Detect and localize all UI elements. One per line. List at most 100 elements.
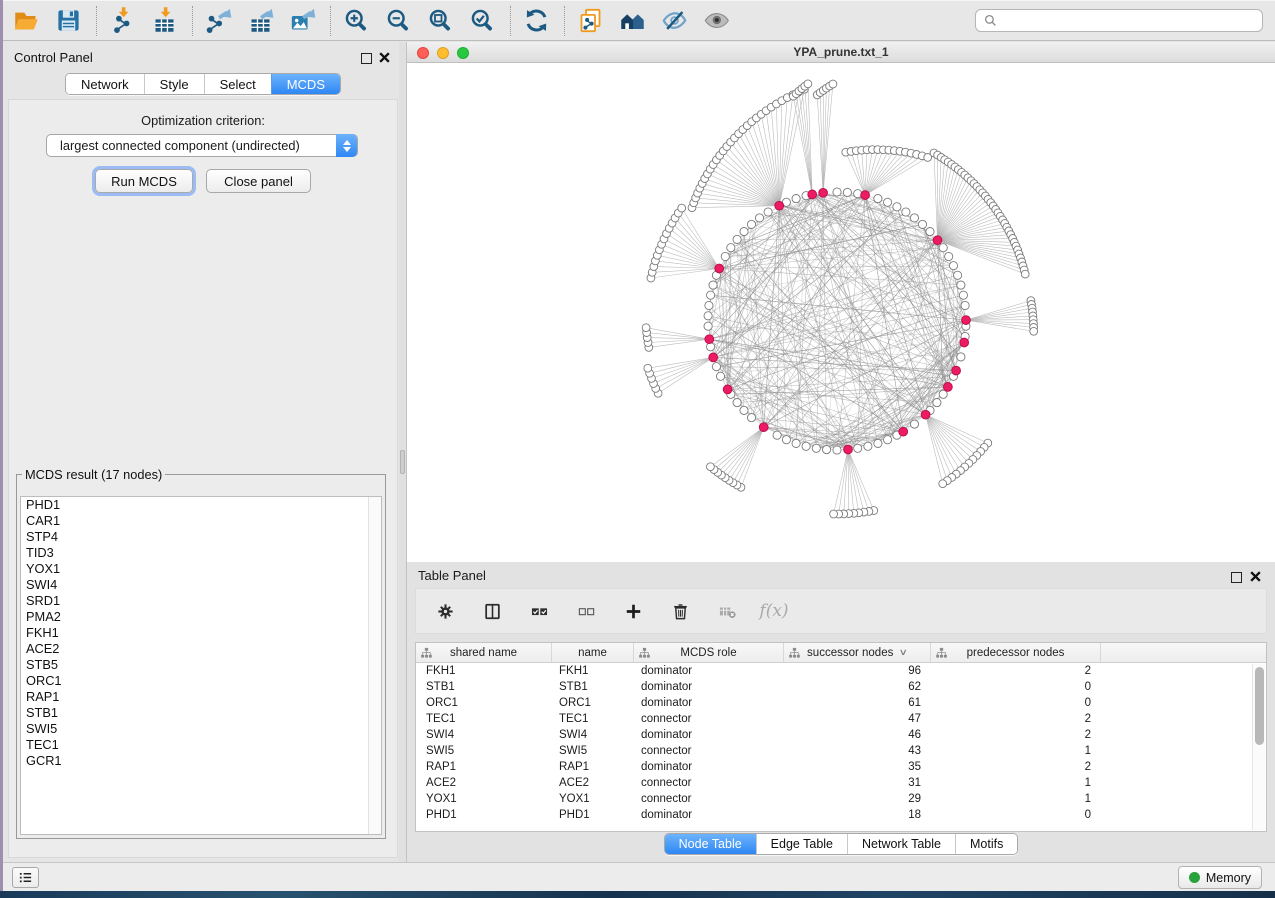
mcds-result-item[interactable]: YOX1	[21, 561, 381, 577]
column-header-MCDS-role[interactable]: MCDS role	[634, 643, 784, 662]
mcds-result-item[interactable]: ACE2	[21, 641, 381, 657]
criterion-dropdown[interactable]: largest connected component (undirected)	[46, 134, 358, 157]
export-image-button[interactable]	[286, 5, 318, 37]
search-input[interactable]	[1002, 14, 1254, 28]
mcds-result-item[interactable]: TEC1	[21, 737, 381, 753]
first-neighbors-button[interactable]	[616, 5, 648, 37]
column-header-name[interactable]: name	[552, 643, 634, 662]
graph-ring-nodes[interactable]	[642, 80, 1037, 518]
tab-motifs[interactable]: Motifs	[955, 834, 1017, 854]
tab-edge-table[interactable]: Edge Table	[756, 834, 847, 854]
run-mcds-button[interactable]: Run MCDS	[95, 169, 193, 193]
float-icon[interactable]	[361, 53, 372, 64]
tab-mcds[interactable]: MCDS	[271, 74, 340, 94]
memory-button[interactable]: Memory	[1178, 866, 1262, 889]
table-row-SWI5[interactable]: SWI5SWI5connector431	[416, 743, 1266, 759]
mcds-result-item[interactable]: PHD1	[21, 497, 381, 513]
refresh-layout-button[interactable]	[520, 5, 552, 37]
network-titlebar[interactable]: YPA_prune.txt_1	[407, 42, 1275, 63]
table-row-ACE2[interactable]: ACE2ACE2connector311	[416, 775, 1266, 791]
network-canvas[interactable]	[407, 63, 1275, 562]
mcds-result-item[interactable]: CAR1	[21, 513, 381, 529]
cell-predecessor-nodes: 0	[931, 807, 1101, 823]
network-graph[interactable]	[407, 63, 1274, 562]
table-scrollbar[interactable]	[1252, 664, 1265, 830]
table-row-RAP1[interactable]: RAP1RAP1dominator352	[416, 759, 1266, 775]
import-network-button[interactable]	[106, 5, 138, 37]
column-view-button[interactable]	[479, 598, 505, 624]
table-row-FKH1[interactable]: FKH1FKH1dominator962	[416, 663, 1266, 679]
dropdown-stepper-icon	[336, 134, 357, 157]
tab-style[interactable]: Style	[144, 74, 204, 94]
column-label: MCDS role	[680, 647, 736, 659]
column-header-predecessor-nodes[interactable]: predecessor nodes	[931, 643, 1101, 662]
mcds-result-item[interactable]: GCR1	[21, 753, 381, 769]
close-panel-button[interactable]: Close panel	[206, 169, 311, 193]
column-label: predecessor nodes	[967, 647, 1065, 659]
mcds-result-item[interactable]: SRD1	[21, 593, 381, 609]
table-row-ORC1[interactable]: ORC1ORC1dominator610	[416, 695, 1266, 711]
column-header-successor-nodes[interactable]: successor nodes∨	[784, 643, 931, 662]
duplicate-network-button[interactable]	[574, 5, 606, 37]
add-column-button[interactable]	[620, 598, 646, 624]
mcds-result-item[interactable]: STB5	[21, 657, 381, 673]
mcds-result-list[interactable]: PHD1CAR1STP4TID3YOX1SWI4SRD1PMA2FKH1ACE2…	[20, 496, 382, 835]
close-icon[interactable]	[378, 51, 391, 64]
cell-shared-name: STB1	[416, 679, 552, 695]
table-row-SWI4[interactable]: SWI4SWI4dominator462	[416, 727, 1266, 743]
vertical-splitter[interactable]	[399, 42, 406, 862]
close-icon[interactable]	[1249, 570, 1262, 583]
mcds-result-item[interactable]: RAP1	[21, 689, 381, 705]
tab-select[interactable]: Select	[204, 74, 271, 94]
cell-predecessor-nodes: 1	[931, 743, 1101, 759]
mcds-result-item[interactable]: STB1	[21, 705, 381, 721]
table-row-STB1[interactable]: STB1STB1dominator620	[416, 679, 1266, 695]
table-row-YOX1[interactable]: YOX1YOX1connector291	[416, 791, 1266, 807]
task-history-button[interactable]	[12, 867, 39, 888]
mcds-result-item[interactable]: STP4	[21, 529, 381, 545]
table-toolbar: f(x)	[415, 588, 1267, 634]
tab-network[interactable]: Network	[66, 74, 144, 94]
deselect-all-button[interactable]	[573, 598, 599, 624]
column-header-shared-name[interactable]: shared name	[416, 643, 552, 662]
cell-successor-nodes: 62	[784, 679, 931, 695]
cell-MCDS-role: connector	[634, 775, 784, 791]
table-row-TEC1[interactable]: TEC1TEC1connector472	[416, 711, 1266, 727]
mcds-result-item[interactable]: FKH1	[21, 625, 381, 641]
export-table-button[interactable]	[244, 5, 276, 37]
save-session-button[interactable]	[52, 5, 84, 37]
float-icon[interactable]	[1231, 572, 1242, 583]
show-all-button[interactable]	[700, 5, 732, 37]
cell-predecessor-nodes: 0	[931, 679, 1101, 695]
open-session-button[interactable]	[10, 5, 42, 37]
delete-column-button[interactable]	[667, 598, 693, 624]
table-row-PHD1[interactable]: PHD1PHD1dominator180	[416, 807, 1266, 823]
mcds-result-item[interactable]: SWI4	[21, 577, 381, 593]
export-network-button[interactable]	[202, 5, 234, 37]
clear-table-button	[714, 598, 740, 624]
mcds-result-item[interactable]: ORC1	[21, 673, 381, 689]
tab-node-table[interactable]: Node Table	[665, 834, 756, 854]
import-table-button[interactable]	[148, 5, 180, 37]
control-panel: Control Panel NetworkStyleSelectMCDS Opt…	[3, 42, 403, 862]
mcds-result-item[interactable]: TID3	[21, 545, 381, 561]
search-box[interactable]	[975, 9, 1263, 32]
cell-MCDS-role: connector	[634, 743, 784, 759]
splitter-handle[interactable]	[400, 450, 405, 474]
select-all-button[interactable]	[526, 598, 552, 624]
toolbar-separator	[510, 6, 511, 36]
hide-selected-button[interactable]	[658, 5, 690, 37]
mcds-result-item[interactable]: PMA2	[21, 609, 381, 625]
zoom-selected-button[interactable]	[466, 5, 498, 37]
scrollbar-thumb[interactable]	[1255, 667, 1264, 745]
zoom-in-button[interactable]	[340, 5, 372, 37]
show-all-icon	[703, 7, 730, 34]
zoom-out-button[interactable]	[382, 5, 414, 37]
list-scrollbar[interactable]	[368, 497, 381, 834]
tab-network-table[interactable]: Network Table	[847, 834, 955, 854]
cell-predecessor-nodes: 2	[931, 711, 1101, 727]
settings-button[interactable]	[432, 598, 458, 624]
zoom-fit-button[interactable]	[424, 5, 456, 37]
mcds-result-title: MCDS result (17 nodes)	[22, 467, 165, 482]
mcds-result-item[interactable]: SWI5	[21, 721, 381, 737]
